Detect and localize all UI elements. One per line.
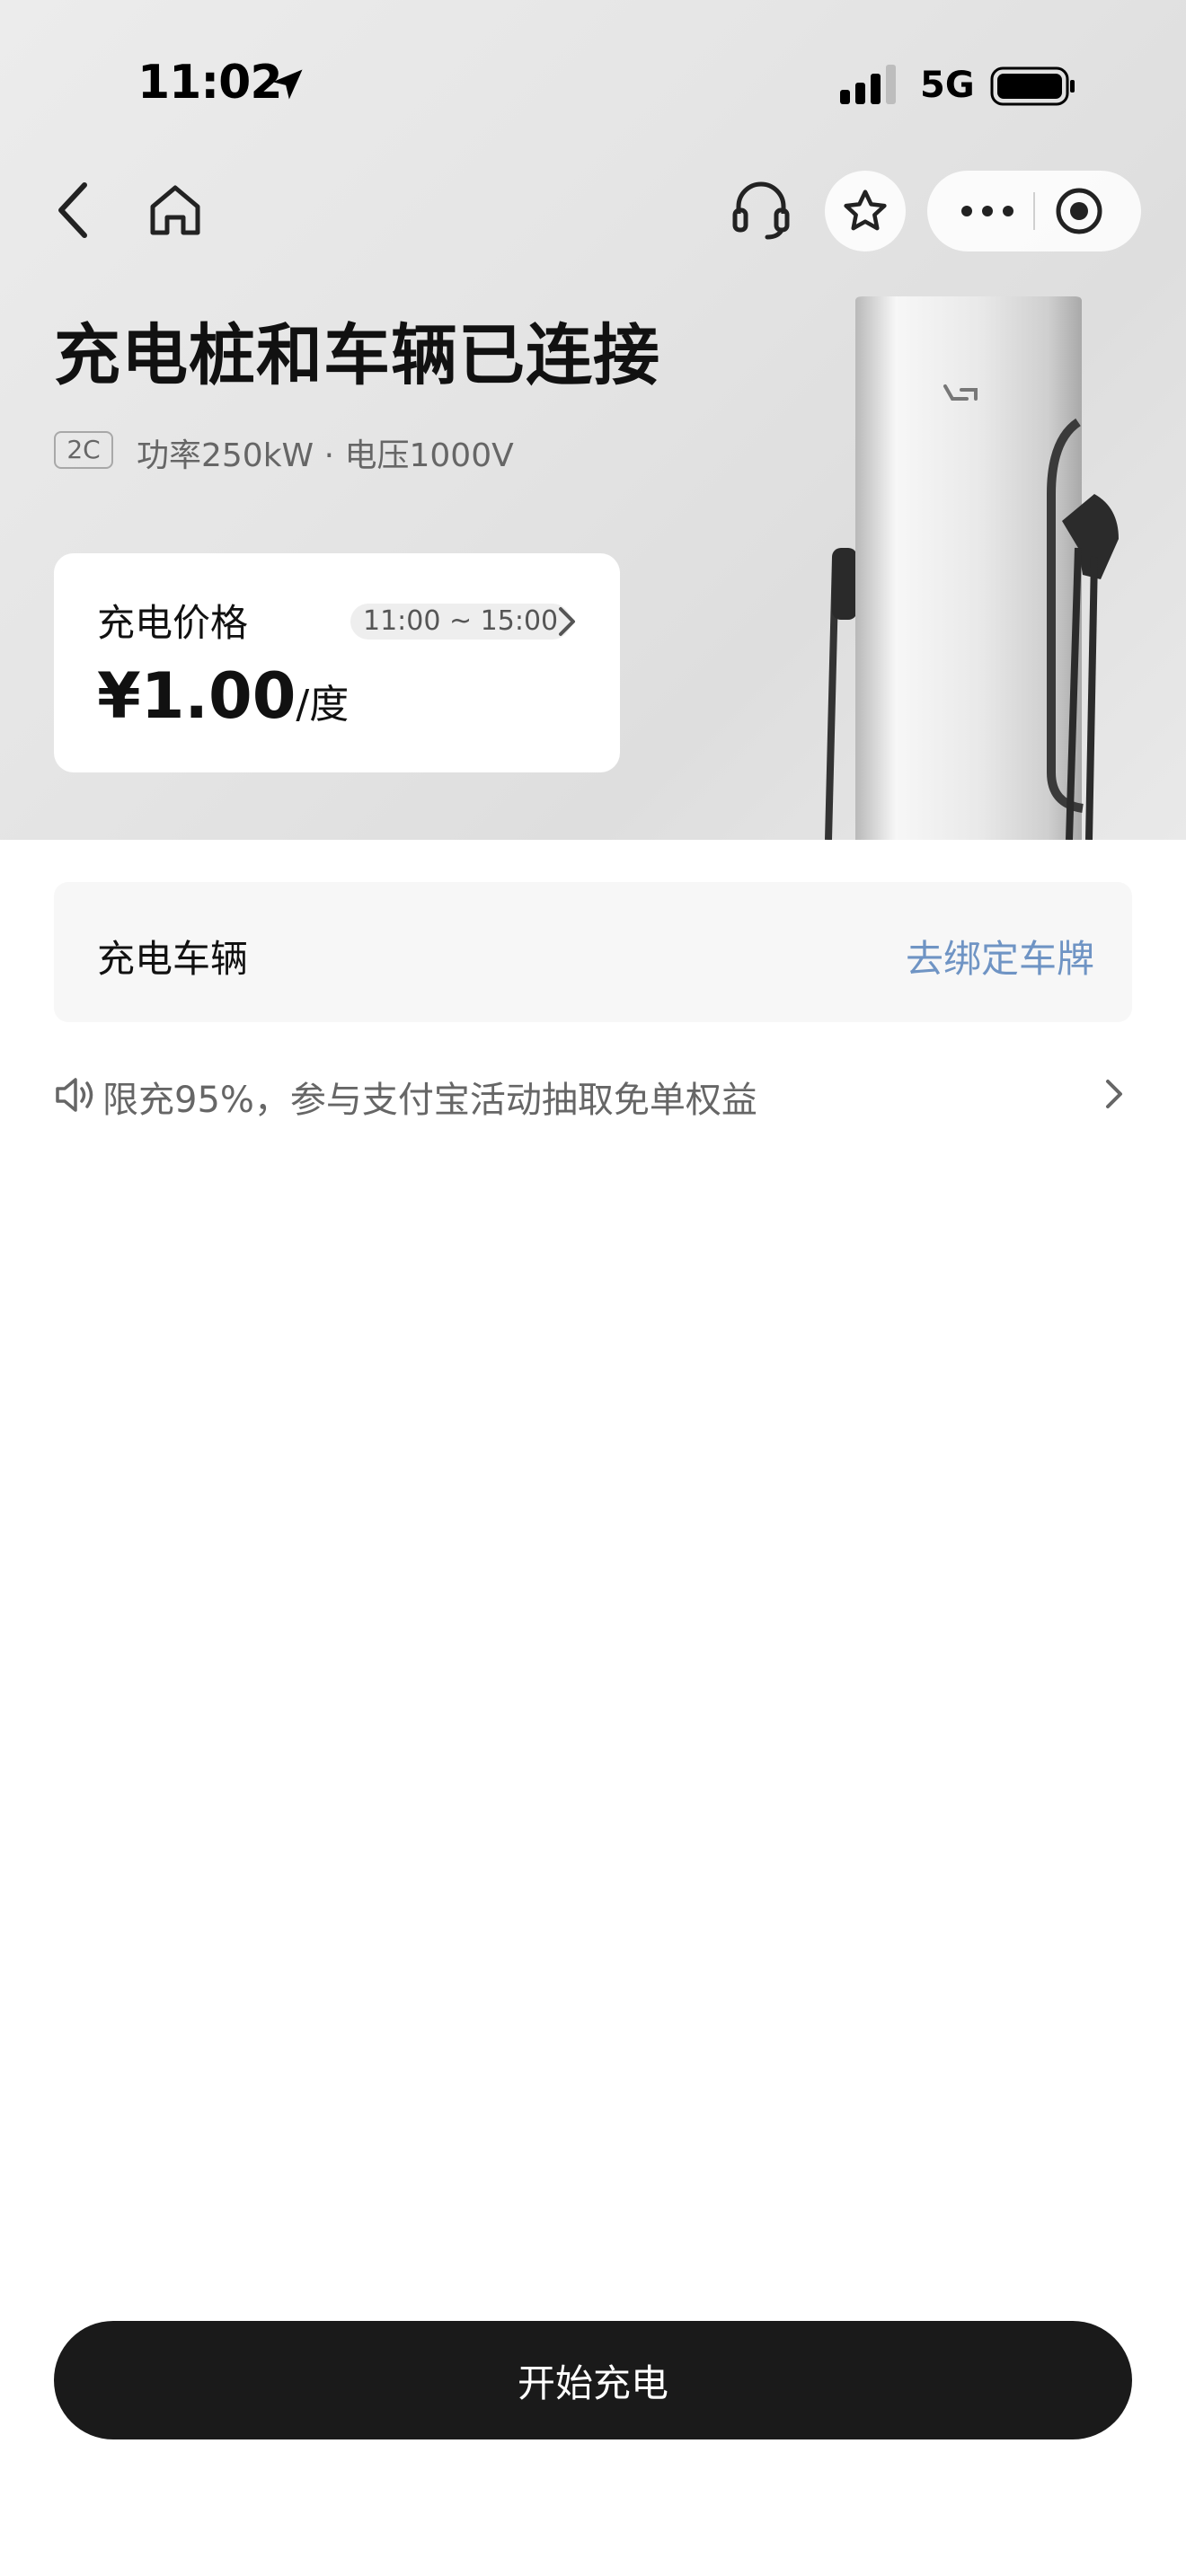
location-arrow-icon [272,69,303,100]
capsule-divider [1033,192,1035,230]
chevron-right-icon [559,607,575,636]
star-icon [844,190,887,231]
signal-icon [840,65,896,104]
price-label: 充电价格 [97,601,249,645]
status-time: 11:02 [137,56,283,110]
price-amount: ¥1.00 [97,659,296,733]
favorite-button[interactable] [825,171,906,251]
price-card[interactable]: 充电价格 11:00 ~ 15:00 ¥1.00/度 [54,553,620,772]
hero-section: 11:02 5G 充电桩和车辆已连接 2C 功率250kW · 电压1000V … [0,0,1186,840]
more-icon[interactable] [960,199,1015,223]
chevron-right-icon [1106,1080,1122,1108]
price-value: ¥1.00/度 [97,659,349,733]
network-label: 5G [920,65,975,106]
speaker-icon [56,1078,93,1112]
charger-spec: 功率250kW · 电压1000V [137,437,514,474]
charger-illustration [825,296,1119,840]
vehicle-label: 充电车辆 [97,937,249,981]
price-time-range: 11:00 ~ 15:00 [350,604,571,640]
miniapp-capsule [927,171,1141,251]
bind-plate-link[interactable]: 去绑定车牌 [906,929,1094,984]
promo-notice[interactable]: 限充95%，参与支付宝活动抽取免单权益 [54,1065,1132,1125]
page-title: 充电桩和车辆已连接 [54,317,660,394]
price-unit: /度 [296,682,350,728]
start-charging-button[interactable]: 开始充电 [54,2321,1132,2439]
charging-vehicle-row: 充电车辆 去绑定车牌 [54,882,1132,1022]
headset-icon[interactable] [731,178,791,241]
home-icon[interactable] [147,183,203,237]
battery-icon [990,66,1075,106]
close-target-icon[interactable] [1055,187,1103,235]
charger-type-badge: 2C [54,431,113,469]
notice-text: 限充95%，参与支付宝活动抽取免单权益 [102,1080,757,1121]
back-icon[interactable] [50,178,93,243]
